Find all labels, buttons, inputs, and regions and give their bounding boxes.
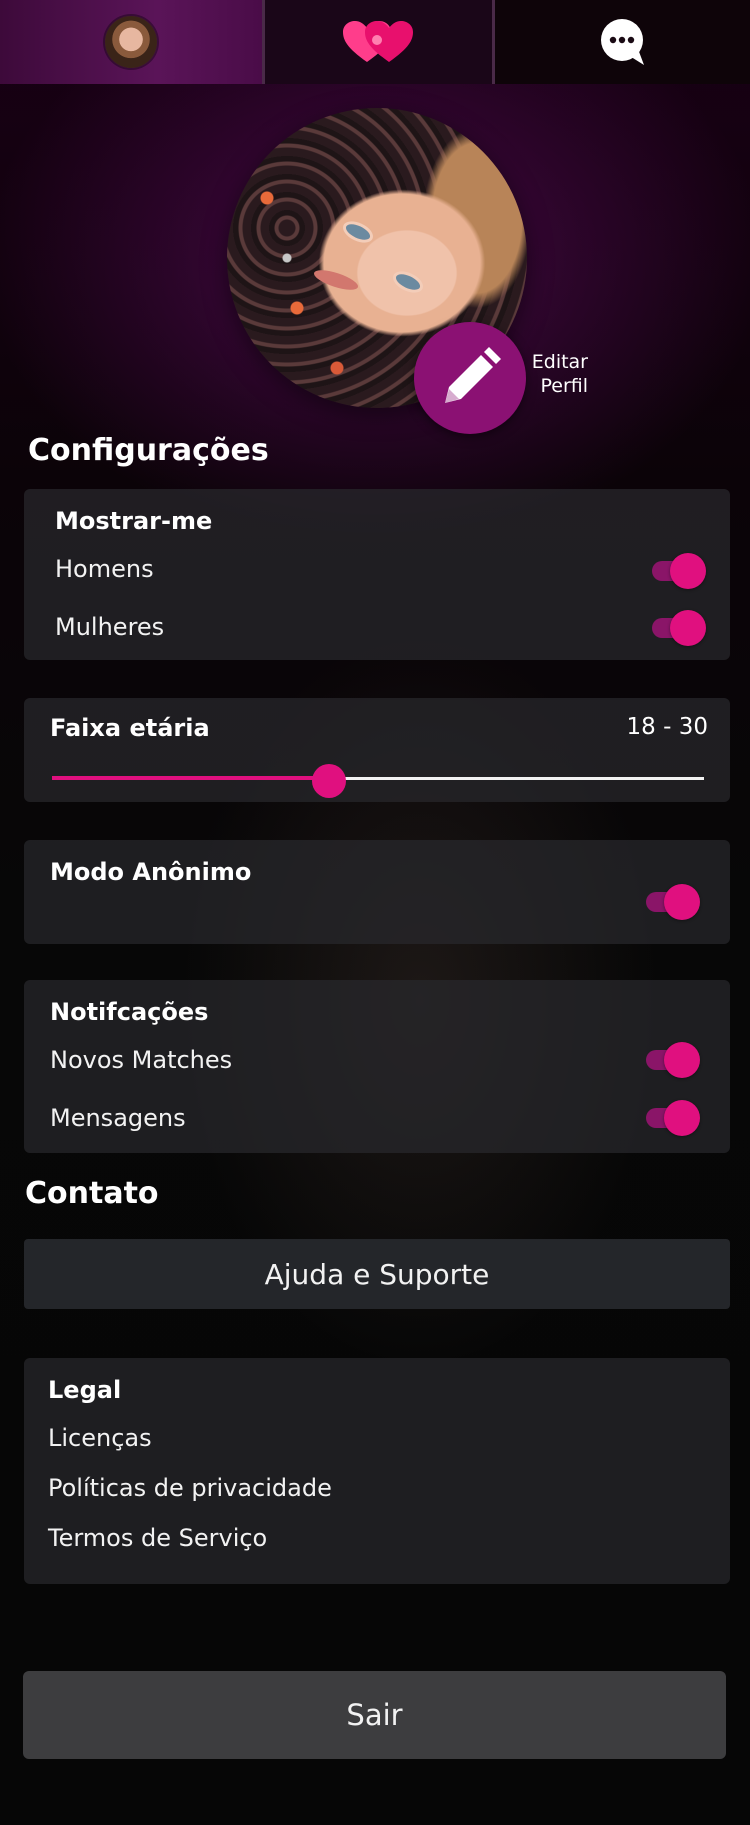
privacy-policy-link[interactable]: Políticas de privacidade <box>48 1474 332 1502</box>
top-tab-bar <box>0 0 750 84</box>
toggle-knob <box>670 553 706 589</box>
notifications-title: Notifcações <box>50 998 209 1026</box>
age-range-card: Faixa etária 18 - 30 <box>24 698 730 802</box>
edit-label-line2: Perfil <box>540 375 588 397</box>
messages-label: Mensagens <box>50 1104 186 1132</box>
anonymous-mode-card: Modo Anônimo <box>24 840 730 944</box>
edit-profile-label[interactable]: Editar Perfil <box>520 350 588 398</box>
settings-title: Configurações <box>28 433 269 468</box>
legal-card: Legal Licenças Políticas de privacidade … <box>24 1358 730 1584</box>
show-me-card: Mostrar-me Homens Mulheres <box>24 489 730 660</box>
licenses-link[interactable]: Licenças <box>48 1424 152 1452</box>
age-range-title: Faixa etária <box>50 714 210 742</box>
photo-detail <box>393 271 423 293</box>
new-matches-toggle[interactable] <box>646 1042 700 1078</box>
toggle-knob <box>664 884 700 920</box>
show-me-homens-label: Homens <box>55 555 154 583</box>
messages-toggle[interactable] <box>646 1100 700 1136</box>
age-range-value: 18 - 30 <box>626 714 708 740</box>
contact-title: Contato <box>25 1176 159 1211</box>
chat-tab[interactable] <box>492 0 750 84</box>
help-support-button[interactable]: Ajuda e Suporte <box>24 1239 730 1309</box>
hearts-icon <box>342 21 413 62</box>
profile-tab[interactable] <box>0 0 262 84</box>
avatar-icon <box>105 16 157 68</box>
slider-thumb[interactable] <box>312 764 347 798</box>
anonymous-mode-toggle[interactable] <box>646 884 700 920</box>
legal-title: Legal <box>48 1376 122 1404</box>
logout-button[interactable]: Sair <box>23 1671 726 1759</box>
edit-profile-button[interactable] <box>414 322 526 434</box>
toggle-knob <box>664 1100 700 1136</box>
age-range-slider[interactable] <box>52 764 704 798</box>
homens-toggle[interactable] <box>652 553 706 589</box>
toggle-knob <box>670 610 706 646</box>
terms-of-service-link[interactable]: Termos de Serviço <box>48 1524 267 1552</box>
show-me-title: Mostrar-me <box>55 507 213 535</box>
new-matches-label: Novos Matches <box>50 1046 233 1074</box>
matches-tab[interactable] <box>262 0 492 84</box>
photo-detail <box>343 221 373 243</box>
chat-bubble-icon <box>600 19 644 65</box>
pencil-icon <box>445 347 501 403</box>
toggle-knob <box>664 1042 700 1078</box>
show-me-mulheres-label: Mulheres <box>55 613 165 641</box>
anonymous-mode-title: Modo Anônimo <box>50 858 252 886</box>
slider-fill <box>52 776 330 780</box>
mulheres-toggle[interactable] <box>652 610 706 646</box>
notifications-card: Notifcações Novos Matches Mensagens <box>24 980 730 1153</box>
photo-detail <box>311 266 361 294</box>
edit-label-line1: Editar <box>531 351 588 373</box>
